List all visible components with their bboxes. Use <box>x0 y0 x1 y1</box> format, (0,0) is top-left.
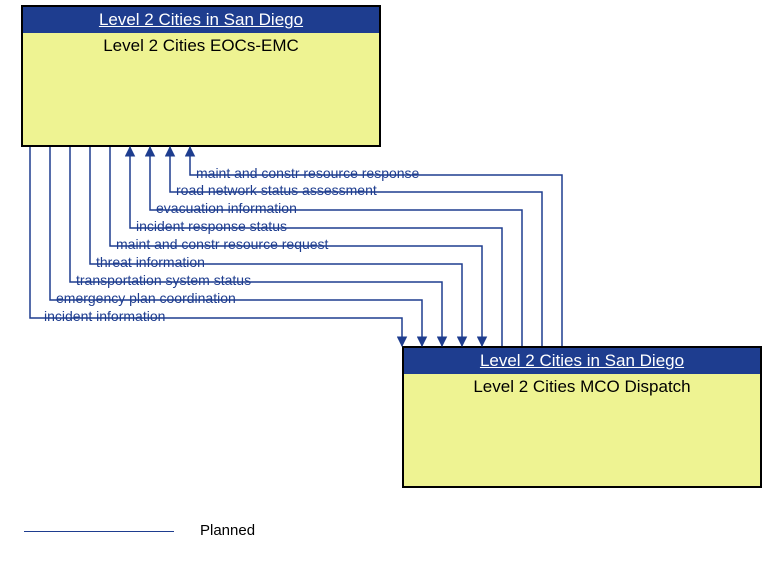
flow-label: transportation system status <box>76 272 251 288</box>
node-eocs-emc: Level 2 Cities in San Diego Level 2 Citi… <box>21 5 381 147</box>
node-mco-dispatch: Level 2 Cities in San Diego Level 2 Citi… <box>402 346 762 488</box>
node-eocs-emc-sub: Level 2 Cities EOCs-EMC <box>23 33 379 59</box>
node-mco-dispatch-header: Level 2 Cities in San Diego <box>404 348 760 374</box>
legend-label-planned: Planned <box>200 522 255 539</box>
diagram-canvas: Level 2 Cities in San Diego Level 2 Citi… <box>0 0 783 561</box>
node-mco-dispatch-sub: Level 2 Cities MCO Dispatch <box>404 374 760 400</box>
legend-line-planned <box>24 531 174 532</box>
flow-label: road network status assessment <box>176 182 377 198</box>
flow-label: threat information <box>96 254 205 270</box>
flow-label: incident response status <box>136 218 287 234</box>
flow-label: maint and constr resource response <box>196 165 419 181</box>
flow-label: emergency plan coordination <box>56 290 236 306</box>
flow-label: evacuation information <box>156 200 297 216</box>
flow-label: maint and constr resource request <box>116 236 328 252</box>
node-eocs-emc-header: Level 2 Cities in San Diego <box>23 7 379 33</box>
flow-label: incident information <box>44 308 165 324</box>
